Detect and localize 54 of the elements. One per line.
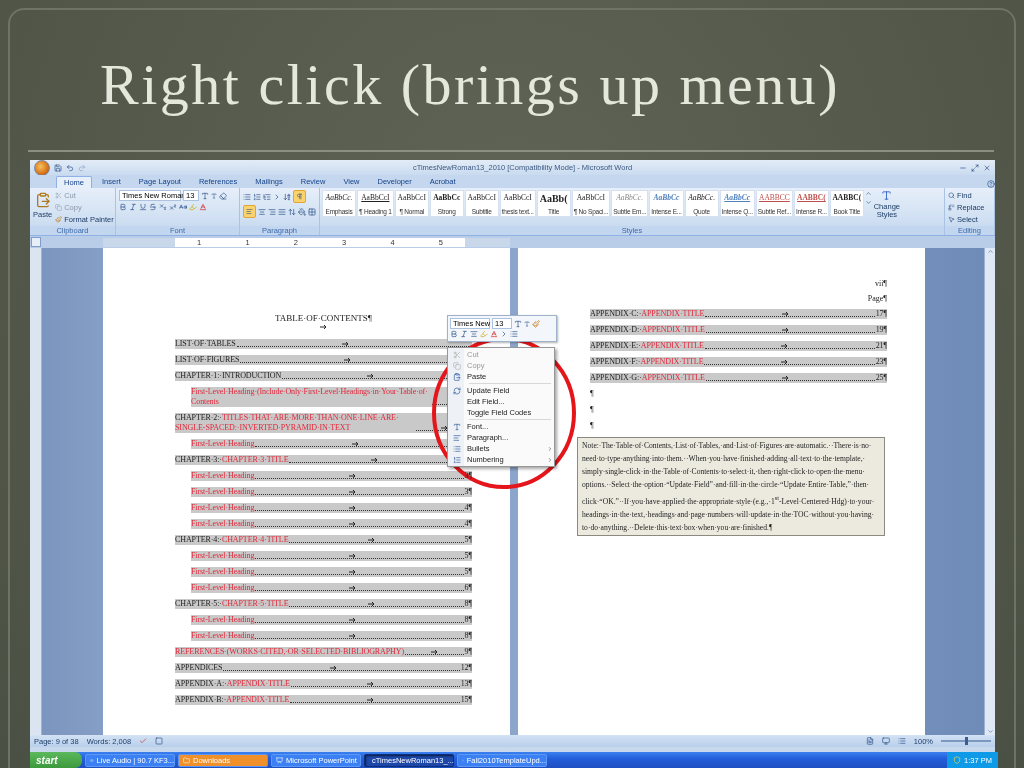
toc-entry-text: CHAPTER·5:·CHAPTER·5·TITLE: [175, 599, 289, 610]
toc-entry-text: First-Level·Heading·(Include·Only·First-Level·Headings·in·Your·Table·of·Contents: [191, 387, 429, 408]
toc-entry-text: First-Level·Heading: [191, 487, 255, 498]
paragraph-mark: ¶: [590, 389, 594, 399]
page-number: 8¶: [464, 631, 472, 642]
toc-entry-text: APPENDIX·A:·APPENDIX·TITLE: [175, 679, 290, 690]
toc-entry-text: First-Level·Heading: [191, 503, 255, 514]
page-number: 5¶: [464, 551, 472, 562]
toc-entry-text: APPENDIX·E:·APPENDIX·TITLE: [590, 341, 704, 352]
toc-entry-text: CHAPTER·2:·TITLES·THAT·ARE·MORE·THAN·ONE·LINE·ARE·SINGLE-SPACED:·INVERTED·PYRAMID·IN·TEXT: [175, 413, 400, 434]
page-number: 4¶: [464, 519, 472, 530]
toc-heading: TABLE·OF·CONTENTS¶: [275, 313, 372, 324]
toc-entry-text: APPENDIX·G:·APPENDIX·TITLE: [590, 373, 705, 384]
toc-entry-text: REFERENCES·(WORKS·CITED,·OR·SELECTED·BIBLIOGRAPHY): [175, 647, 405, 658]
toc-entry-text: CHAPTER·3:·CHAPTER·3·TITLE: [175, 455, 289, 466]
page-number: 19¶: [875, 325, 887, 336]
toc-entry-text: LIST·OF·TABLES: [175, 339, 236, 350]
page-number: 13¶: [460, 679, 472, 690]
page-number: 8¶: [464, 599, 472, 610]
page-number: 8¶: [464, 615, 472, 626]
page-number: 21¶: [875, 341, 887, 352]
toc-entry-text: CHAPTER·4:·CHAPTER·4·TITLE: [175, 535, 289, 546]
paragraph-mark: ¶: [590, 405, 594, 415]
toc-entry-text: First-Level·Heading: [191, 631, 255, 642]
page-column-label: Page¶: [867, 294, 887, 304]
toc-entry-text: CHAPTER·1:·INTRODUCTION: [175, 371, 282, 382]
slide-title: Right click (brings up menu): [100, 50, 841, 118]
page-number: 12¶: [460, 663, 472, 674]
page-number: 3¶: [464, 487, 472, 498]
toc-entry-text: First-Level·Heading: [191, 583, 255, 594]
roman-page-number: vii¶: [874, 279, 887, 289]
page-number: 4¶: [464, 503, 472, 514]
toc-entry-text: APPENDICES: [175, 663, 223, 674]
toc-entry-text: First-Level·Heading: [191, 439, 255, 450]
style-sample: AaBb(: [539, 193, 568, 205]
toc-entry-text: APPENDIX·F:·APPENDIX·TITLE: [590, 357, 704, 368]
page-number: 25¶: [875, 373, 887, 384]
toc-entry-text: APPENDIX·B:·APPENDIX·TITLE: [175, 695, 290, 706]
page-number: 23¶: [875, 357, 887, 368]
toc-entry-text: LIST·OF·FIGURES: [175, 355, 240, 366]
toc-entry-text: APPENDIX·D:·APPENDIX·TITLE: [590, 325, 705, 336]
paragraph-mark: ¶: [590, 421, 594, 431]
page-number: 17¶: [875, 309, 887, 320]
page-number: 5¶: [464, 567, 472, 578]
page-number: 6¶: [464, 583, 472, 594]
toc-entry-text: First-Level·Heading: [191, 551, 255, 562]
toc-entry-text: First-Level·Heading: [191, 615, 255, 626]
toc-entry-text: First-Level·Heading: [191, 567, 255, 578]
toc-entry-text: First-Level·Heading: [191, 519, 255, 530]
page-number: 9¶: [464, 647, 472, 658]
page-number: 5¶: [464, 535, 472, 546]
page-number: 15¶: [460, 695, 472, 706]
toc-entry-text: First-Level·Heading: [191, 471, 255, 482]
toc-entry-text: APPENDIX·C:·APPENDIX·TITLE: [590, 309, 705, 320]
